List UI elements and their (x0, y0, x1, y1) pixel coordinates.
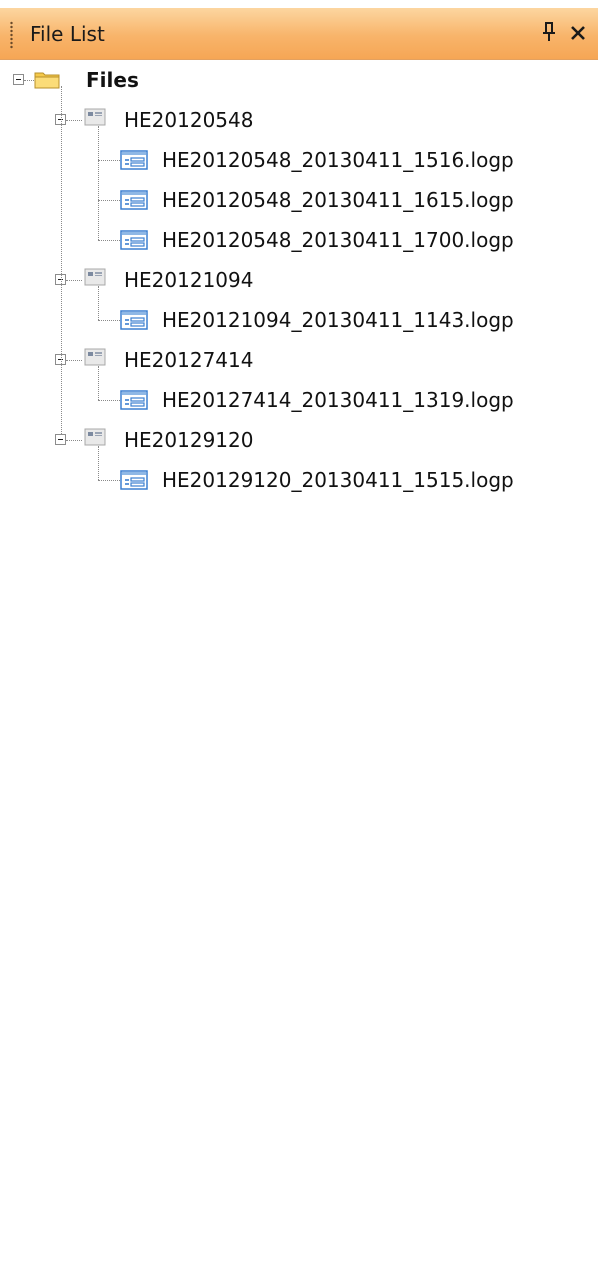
tree-connector (61, 86, 62, 434)
tree-connector (98, 320, 120, 321)
folder-icon (34, 72, 60, 89)
file-list-panel: File List Files HE20120548 HE20120548_2013… (0, 0, 598, 1267)
tree-connector (98, 480, 120, 481)
log-file-icon (120, 390, 148, 410)
tree-file-label: HE20120548_20130411_1615.logp (162, 188, 514, 212)
tree-file-node[interactable]: HE20121094_20130411_1143.logp (120, 300, 590, 340)
tree-root-node[interactable]: Files (34, 60, 234, 100)
tree-connector (66, 360, 82, 361)
group-expand-toggle[interactable] (55, 434, 66, 445)
tree-file-label: HE20129120_20130411_1515.logp (162, 468, 514, 492)
tree-file-node[interactable]: HE20120548_20130411_1700.logp (120, 220, 590, 260)
tree-file-node[interactable]: HE20120548_20130411_1615.logp (120, 180, 590, 220)
device-icon-wrap (84, 108, 106, 132)
tree-file-node[interactable]: HE20120548_20130411_1516.logp (120, 140, 590, 180)
pin-icon (543, 22, 555, 41)
tree-group-label: HE20127414 (124, 348, 254, 372)
tree-file-label: HE20120548_20130411_1700.logp (162, 228, 514, 252)
close-button[interactable] (566, 19, 590, 47)
tree-file-label: HE20127414_20130411_1319.logp (162, 388, 514, 412)
tree-connector (66, 120, 82, 121)
log-file-icon-wrap (120, 390, 148, 414)
device-icon (84, 108, 106, 126)
tree-group-label: HE20129120 (124, 428, 254, 452)
tree-file-node[interactable]: HE20129120_20130411_1515.logp (120, 460, 590, 500)
panel-title: File List (30, 22, 105, 46)
tree-connector (98, 240, 120, 241)
log-file-icon-wrap (120, 310, 148, 334)
device-icon (84, 268, 106, 286)
tree-file-label: HE20120548_20130411_1516.logp (162, 148, 514, 172)
tree-group-node[interactable]: HE20120548 (84, 100, 344, 140)
pin-button[interactable] (538, 19, 560, 47)
tree-connector (98, 400, 120, 401)
log-file-icon (120, 230, 148, 250)
log-file-icon-wrap (120, 230, 148, 254)
tree-group-label: HE20120548 (124, 108, 254, 132)
tree-group-node[interactable]: HE20121094 (84, 260, 344, 300)
tree-connector (98, 366, 99, 400)
log-file-icon-wrap (120, 150, 148, 174)
tree-connector (66, 280, 82, 281)
log-file-icon-wrap (120, 470, 148, 494)
tree-group-node[interactable]: HE20127414 (84, 340, 344, 380)
tree-connector (98, 446, 99, 480)
folder-icon-wrap (34, 69, 60, 93)
tree-group-node[interactable]: HE20129120 (84, 420, 344, 460)
log-file-icon (120, 190, 148, 210)
device-icon-wrap (84, 348, 106, 372)
drag-grip[interactable] (10, 21, 13, 49)
close-icon (571, 26, 585, 40)
device-icon (84, 428, 106, 446)
tree-connector (24, 80, 34, 81)
tree-connector (98, 286, 99, 320)
panel-title-bar[interactable]: File List (0, 8, 598, 60)
tree-connector (66, 440, 82, 441)
device-icon-wrap (84, 428, 106, 452)
tree-connector (98, 160, 120, 161)
tree-group-label: HE20121094 (124, 268, 254, 292)
log-file-icon (120, 150, 148, 170)
log-file-icon (120, 470, 148, 490)
device-icon-wrap (84, 268, 106, 292)
tree-connector (98, 126, 99, 240)
tree-connector (98, 200, 120, 201)
tree-root-label: Files (86, 68, 139, 92)
tree-file-node[interactable]: HE20127414_20130411_1319.logp (120, 380, 590, 420)
log-file-icon (120, 310, 148, 330)
log-file-icon-wrap (120, 190, 148, 214)
root-expand-toggle[interactable] (13, 74, 24, 85)
tree-file-label: HE20121094_20130411_1143.logp (162, 308, 514, 332)
device-icon (84, 348, 106, 366)
